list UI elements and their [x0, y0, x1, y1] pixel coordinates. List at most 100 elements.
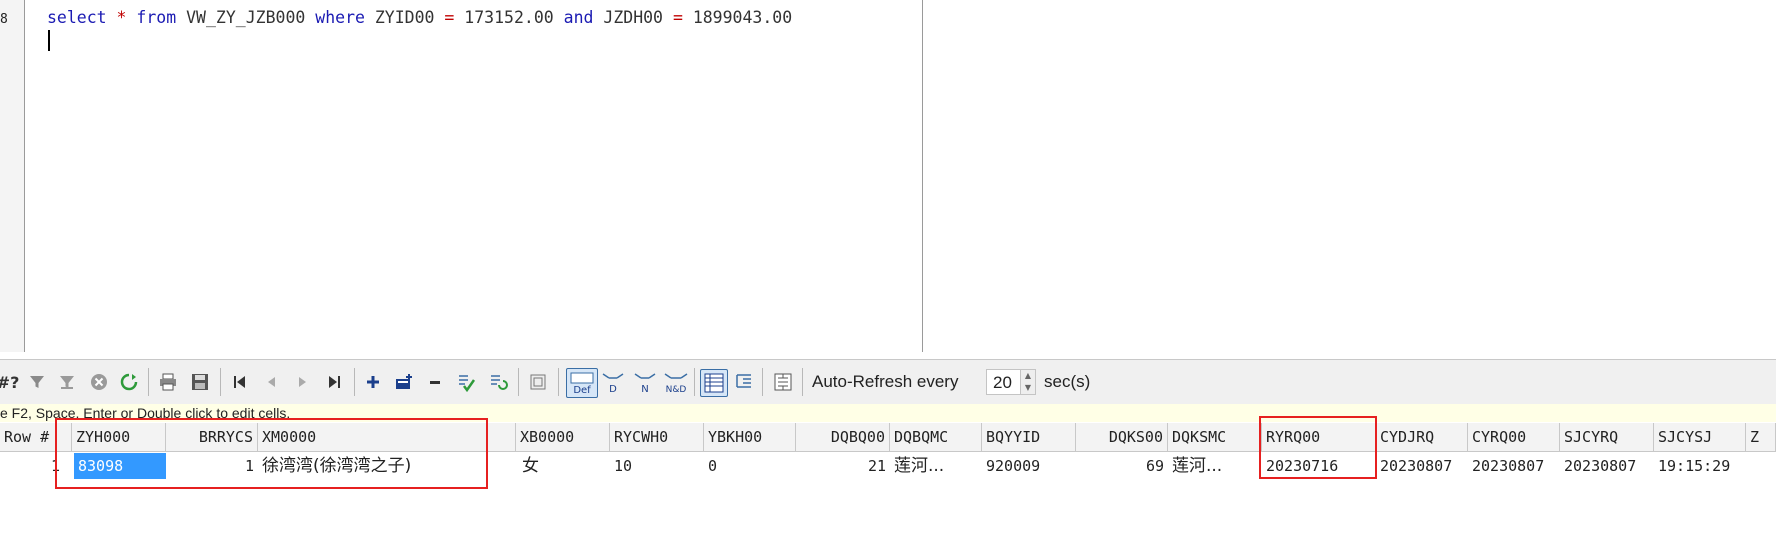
column-header[interactable]: CYDJRQ — [1376, 423, 1468, 451]
column-header[interactable]: RYRQ00 — [1262, 423, 1376, 451]
seconds-label: sec(s) — [1044, 372, 1091, 391]
column-header[interactable]: BQYYID — [982, 423, 1076, 451]
right-pane — [923, 0, 1776, 352]
prior-record-icon[interactable] — [260, 370, 282, 394]
table-cell[interactable]: 莲河... — [1168, 452, 1262, 480]
table-row[interactable]: 1 83098 1 徐湾湾(徐湾湾之子) 女 10 0 21 莲河... 920… — [0, 452, 1776, 480]
table-cell[interactable]: 女 — [516, 452, 610, 480]
sql-equals-1: = — [444, 8, 455, 27]
n-view-button[interactable]: N — [632, 370, 658, 394]
column-header[interactable]: YBKH00 — [704, 423, 796, 451]
edit-hint-bar: e F2, Space, Enter or Double click to ed… — [0, 404, 1776, 422]
table-cell[interactable]: 20230807 — [1468, 452, 1560, 480]
def-view-label: Def — [573, 385, 591, 395]
post-changes-icon[interactable] — [454, 370, 478, 394]
sql-column-2: JZDH00 — [603, 8, 663, 27]
row-number: 1 — [50, 457, 60, 475]
toolbar-separator — [354, 368, 355, 396]
table-cell[interactable] — [1746, 452, 1776, 480]
table-cell[interactable]: 莲河... — [890, 452, 982, 480]
row-number-header: Row # — [0, 423, 72, 451]
refresh-icon[interactable] — [118, 370, 140, 394]
auto-refresh-icon[interactable] — [770, 370, 796, 394]
single-record-view-icon[interactable] — [526, 370, 550, 394]
table-cell[interactable]: 1 — [166, 452, 258, 480]
table-cell[interactable]: 83098 — [74, 453, 166, 479]
result-toolbar: #? — [0, 359, 1776, 405]
auto-refresh-label: Auto-Refresh every — [812, 372, 959, 391]
column-header[interactable]: ZYH000 — [72, 423, 166, 451]
column-header[interactable]: XM0000 — [258, 423, 516, 451]
n-view-label: N — [641, 384, 648, 394]
sql-view-name: VW_ZY_JZB000 — [186, 8, 306, 27]
sql-keyword-and: and — [563, 8, 594, 27]
grid-view-button[interactable] — [700, 369, 728, 397]
cancel-icon[interactable] — [88, 370, 110, 394]
line-number-gutter: 8 — [0, 0, 25, 352]
duplicate-record-icon[interactable] — [392, 370, 416, 394]
sql-column-1: ZYID00 — [374, 8, 435, 27]
toolbar-separator — [148, 368, 149, 396]
column-header[interactable]: BRRYCS — [166, 423, 258, 451]
table-cell[interactable]: 20230807 — [1376, 452, 1468, 480]
sql-editor[interactable]: select * from VW_ZY_JZB000 where ZYID00 … — [25, 0, 923, 352]
column-header[interactable]: DQKS00 — [1076, 423, 1168, 451]
table-cell[interactable]: 19:15:29 — [1654, 452, 1746, 480]
column-header[interactable]: CYRQ00 — [1468, 423, 1560, 451]
sql-keyword-from: from — [136, 8, 177, 27]
toolbar-separator — [220, 368, 221, 396]
table-cell[interactable]: 20230716 — [1262, 452, 1376, 480]
delete-record-icon[interactable] — [424, 370, 446, 394]
table-cell[interactable]: 69 — [1076, 452, 1168, 480]
def-view-button[interactable]: Def — [566, 368, 598, 398]
column-header[interactable]: XB0000 — [516, 423, 610, 451]
refresh-interval-spinner[interactable]: 20 ▲ ▼ — [986, 369, 1036, 395]
column-header[interactable]: DQBQMC — [890, 423, 982, 451]
column-header[interactable]: SJCYRQ — [1560, 423, 1654, 451]
refresh-record-icon[interactable] — [486, 370, 510, 394]
clear-filter-icon[interactable] — [56, 370, 78, 394]
table-cell[interactable]: 21 — [796, 452, 890, 480]
table-cell[interactable]: 920009 — [982, 452, 1076, 480]
text-caret — [48, 30, 50, 51]
sql-value-1: 173152.00 — [464, 8, 554, 27]
result-grid[interactable]: Row # ZYH000 BRRYCS XM0000 XB0000 RYCWH0… — [0, 423, 1776, 554]
spinner-arrows-icon[interactable]: ▲ ▼ — [1020, 370, 1035, 394]
sql-value-2: 1899043.00 — [692, 8, 793, 27]
d-view-button[interactable]: D — [600, 370, 626, 394]
toolbar-separator — [694, 368, 695, 396]
table-cell[interactable]: 20230807 — [1560, 452, 1654, 480]
tree-view-button[interactable] — [732, 370, 756, 394]
column-header[interactable]: Z — [1746, 423, 1776, 451]
table-cell[interactable]: 0 — [704, 452, 796, 480]
print-icon[interactable] — [156, 370, 180, 394]
first-record-icon[interactable] — [228, 370, 250, 394]
sql-line[interactable]: select * from VW_ZY_JZB000 where ZYID00 … — [47, 8, 792, 27]
filter-icon[interactable] — [26, 370, 48, 394]
line-number: 8 — [0, 12, 8, 27]
save-icon[interactable] — [188, 370, 212, 394]
grid-header: Row # ZYH000 BRRYCS XM0000 XB0000 RYCWH0… — [0, 423, 1776, 452]
column-header[interactable]: DQBQ00 — [796, 423, 890, 451]
table-cell[interactable]: 徐湾湾(徐湾湾之子) — [258, 452, 516, 480]
refresh-interval-value[interactable]: 20 — [993, 373, 1012, 393]
sql-equals-2: = — [672, 8, 683, 27]
insert-record-icon[interactable] — [362, 370, 384, 394]
toolbar-separator — [802, 368, 803, 396]
sql-star: * — [116, 8, 127, 27]
toolbar-separator — [558, 368, 559, 396]
column-header[interactable]: DQKSMC — [1168, 423, 1262, 451]
sql-keyword-where: where — [315, 8, 365, 27]
query-by-example-button[interactable]: #? — [0, 370, 19, 394]
toolbar-separator — [762, 368, 763, 396]
d-view-label: D — [609, 384, 617, 394]
next-record-icon[interactable] — [292, 370, 314, 394]
last-record-icon[interactable] — [324, 370, 346, 394]
nd-view-label: N&D — [666, 385, 687, 394]
nd-view-button[interactable]: N&D — [662, 370, 690, 394]
sql-keyword-select: select — [47, 8, 107, 27]
column-header[interactable]: SJCYSJ — [1654, 423, 1746, 451]
table-cell[interactable]: 10 — [610, 452, 704, 480]
column-header[interactable]: RYCWH0 — [610, 423, 704, 451]
toolbar-separator — [518, 368, 519, 396]
